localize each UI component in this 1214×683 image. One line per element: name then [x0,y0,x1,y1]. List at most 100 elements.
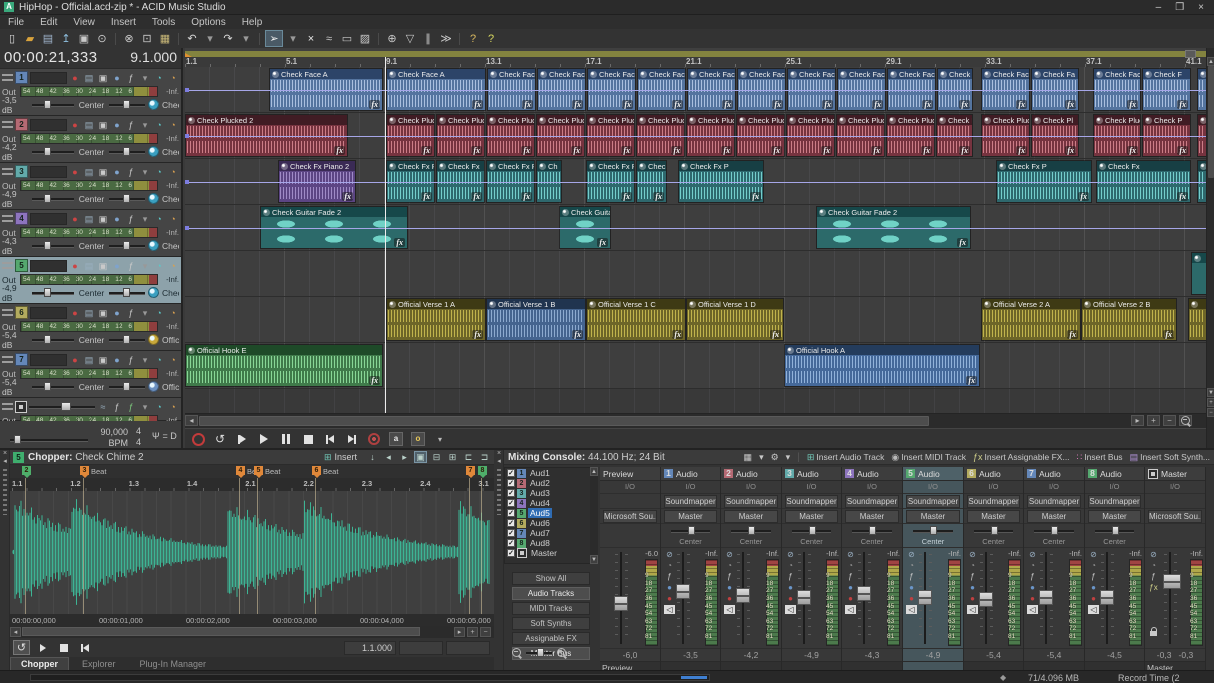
channel-checkbox[interactable]: ✓ [507,519,515,527]
filter-assignable-fx[interactable]: Assignable FX [512,632,590,645]
master-volume-thumb[interactable] [61,402,71,411]
track-drag-handle[interactable] [2,356,13,364]
clip-fx-badge[interactable]: fx [621,146,632,155]
strip-name-row[interactable]: 7Audio [1024,467,1084,481]
track-volume-slider[interactable] [32,147,74,156]
strip-mute-icon[interactable]: ● [1027,583,1038,593]
strip-io-label[interactable]: I/O [661,481,720,494]
close-chopper-icon[interactable]: × [0,450,10,458]
strip-device-button[interactable]: Soundmapper [664,495,717,508]
track-pan-thumb[interactable] [123,147,130,156]
draw-tool-dropdown-icon[interactable]: ▾ [285,31,301,46]
solo-button[interactable]: ● [111,354,123,366]
shift-selection-right-icon[interactable]: ⊐ [478,451,491,463]
track-pan-thumb[interactable] [123,100,130,109]
channel-checkbox[interactable]: ✓ [507,479,515,487]
strip-name-row[interactable]: 8Audio [1085,467,1144,481]
track-volume-thumb[interactable] [44,147,51,156]
open-project-icon[interactable]: ▰ [22,31,38,46]
track-pan-thumb[interactable] [123,382,130,391]
chopper-loop-button[interactable]: ↺ [13,640,30,655]
audio-clip[interactable]: Official Verse 1 Cfx [586,298,686,341]
chopper-marker-5[interactable]: 5Beat [254,466,263,475]
track-pan-slider[interactable] [109,382,145,391]
menu-edit[interactable]: Edit [32,17,65,28]
track-fx-button[interactable]: ƒ [125,307,137,319]
mixer-list-item-aud6[interactable]: ✓6Aud6 [505,518,597,528]
shift-selection-left-icon[interactable]: ⊏ [462,451,475,463]
channel-checkbox[interactable]: ✓ [507,499,515,507]
master-fx-add-icon[interactable]: ƒ [125,401,137,413]
record-arm-button[interactable]: ● [69,72,81,84]
strip-fx-icon[interactable]: ƒ [967,572,978,582]
chopper-scroll-left-button[interactable]: ◂ [10,627,21,637]
track-volume-thumb[interactable] [44,288,51,297]
solo-button[interactable]: ● [111,260,123,272]
strip-pan-thumb[interactable] [1051,526,1058,535]
zoom-in-track-button[interactable]: + [1207,398,1214,407]
clip-fx-badge[interactable]: fx [957,238,968,247]
solo-button[interactable]: ● [111,166,123,178]
channel-checkbox[interactable]: ✓ [507,469,515,477]
strip-fader-thumb[interactable] [1163,574,1181,589]
strip-monitor-icon[interactable]: ◁ [785,605,796,614]
bus-b-icon[interactable]: ◔ [167,72,179,84]
strip-fx-icon[interactable]: ƒ [1148,572,1159,582]
track-fx-button[interactable]: ƒ [125,166,137,178]
clip-fx-badge[interactable]: fx [921,146,932,155]
clip-fx-badge[interactable]: fx [472,100,483,109]
chopper-drag-grip[interactable] [3,469,7,515]
clip-fx-badge[interactable]: fx [521,192,532,201]
strip-phase-icon[interactable]: ⊘ [906,550,917,560]
project-key[interactable]: Ψ= D [152,431,177,441]
play-from-start-button[interactable] [232,431,252,447]
strip-record-icon[interactable]: ● [1027,594,1038,604]
track-volume-thumb[interactable] [44,241,51,250]
chopper-marker-2[interactable]: 2 [22,466,31,475]
strip-gain-icon[interactable]: ◔ [967,561,978,571]
strip-record-icon[interactable]: ● [845,594,856,604]
view-dropdown-icon[interactable]: ▾ [759,452,764,463]
track-pan-slider[interactable] [109,241,145,250]
scroll-down-button[interactable]: ▼ [1207,388,1214,397]
strip-mute-icon[interactable]: ● [906,583,917,593]
channel-checkbox[interactable]: ✓ [507,509,515,517]
chopper-scroll-thumb[interactable] [22,627,420,636]
chopper-marker-4[interactable]: 4Be [236,466,245,475]
strip-output-button[interactable]: Master [785,510,838,523]
mute-button[interactable]: ▣ [97,260,109,272]
menu-help[interactable]: Help [234,17,271,28]
track-header-7[interactable]: 7●▤▣●ƒ▾◔◔Out54484236302418126-Inf.-5,4 d… [0,351,181,398]
strip-fader-thumb[interactable] [676,584,690,599]
strip-gain-icon[interactable]: ◔ [1148,561,1159,571]
undo-dropdown-icon[interactable]: ▾ [202,31,218,46]
zoom-out-track-button[interactable]: − [1207,408,1214,417]
clip-fx-badge[interactable]: fx [1065,146,1076,155]
strip-fader-thumb[interactable] [1100,590,1114,605]
strip-mute-icon[interactable]: ● [664,583,675,593]
strip-pan-thumb[interactable] [688,526,695,535]
menu-file[interactable]: File [0,17,32,28]
strip-gain-icon[interactable]: ◔ [1088,561,1099,571]
publish-icon[interactable]: ↥ [58,31,74,46]
strip-fader-thumb[interactable] [918,590,932,605]
add-marker-icon[interactable]: ↓ [366,451,379,463]
pause-button[interactable] [276,431,296,447]
track-drag-handle[interactable] [2,168,13,176]
stop-button[interactable] [298,431,318,447]
strip-phase-icon[interactable]: ⊘ [724,550,735,560]
strip-mute-icon[interactable]: ● [967,583,978,593]
paste-icon[interactable]: ▦ [157,31,173,46]
track-drag-handle[interactable] [2,74,13,82]
audio-clip[interactable]: Official Verse 2 Afx [981,298,1081,341]
scroll-left-button[interactable]: ◂ [185,415,198,426]
chopper-marker-3[interactable]: 3Beat [80,466,89,475]
strip-monitor-icon[interactable]: ◁ [906,605,917,614]
track-volume-slider[interactable] [32,194,74,203]
strip-io-label[interactable]: I/O [782,481,841,494]
erase-tool-icon[interactable]: × [303,31,319,46]
track-dropdown-icon[interactable]: ▾ [139,119,151,131]
strip-record-icon[interactable]: ● [967,594,978,604]
tempo-slider-thumb[interactable] [14,435,21,444]
track-pan-slider[interactable] [109,194,145,203]
